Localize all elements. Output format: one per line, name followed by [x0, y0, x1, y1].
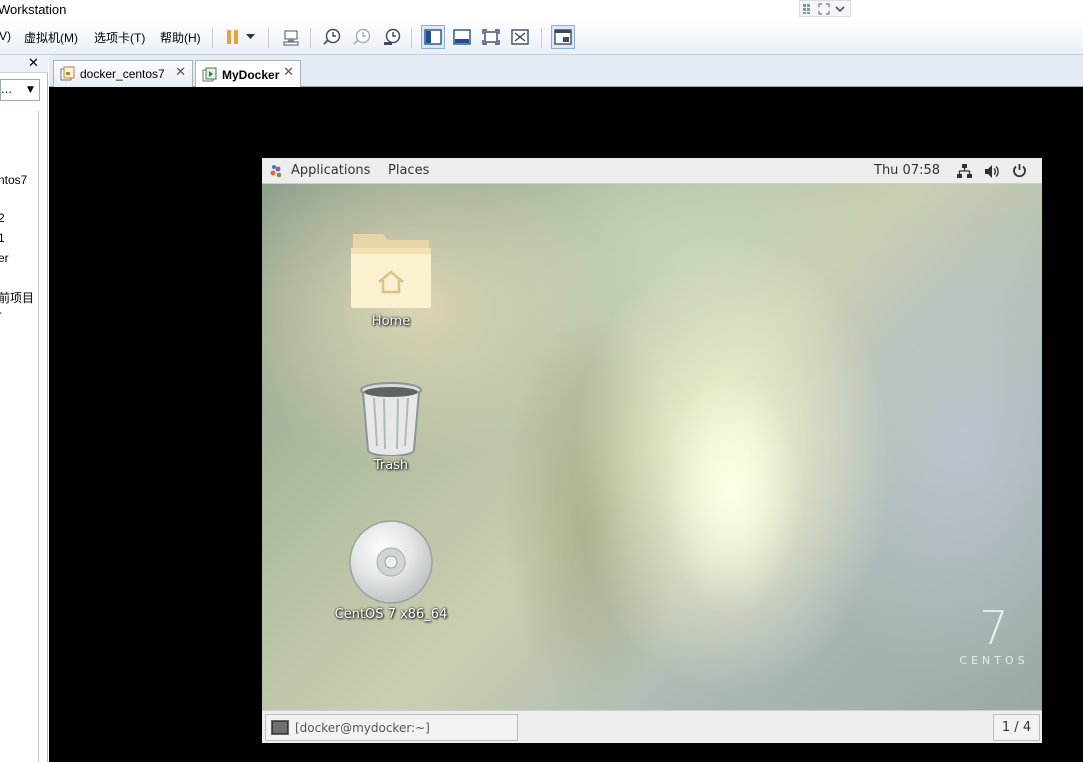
library-search-dropdown[interactable]: … ▼: [0, 79, 40, 101]
take-snapshot-button[interactable]: [320, 25, 344, 49]
places-menu[interactable]: Places: [388, 163, 429, 178]
toolbar-separator: [212, 28, 213, 48]
terminal-icon: [271, 720, 289, 735]
library-search-value: …: [1, 83, 12, 96]
desktop-icon-label: CentOS 7 x86_64: [334, 607, 448, 622]
fullscreen-button[interactable]: [479, 25, 503, 49]
terminal-task-label: [docker@mydocker:~]: [295, 720, 430, 735]
dropdown-arrow-icon: [245, 34, 255, 39]
gnome-top-bar: Applications Places Thu 07:58: [262, 158, 1042, 184]
menu-toolbar: V) 虚拟机(M) 选项卡(T) 帮助(H): [0, 20, 1083, 55]
view-thumbnail-icon: [453, 29, 471, 45]
network-icon[interactable]: [957, 164, 972, 179]
chevron-down-icon[interactable]: [834, 3, 846, 15]
show-library-button[interactable]: [421, 25, 445, 49]
tab-label: MyDocker: [222, 67, 280, 82]
title-bar: Workstation: [0, 0, 1083, 20]
library-item[interactable]: 1: [0, 231, 5, 245]
grid-icon[interactable]: [802, 3, 814, 15]
tab-label: docker_centos7: [80, 67, 165, 81]
send-ctrl-alt-del-button[interactable]: [279, 25, 303, 49]
menu-help[interactable]: 帮助(H): [160, 29, 201, 46]
desktop-icon-trash[interactable]: Trash: [331, 380, 451, 473]
menu-tabs[interactable]: 选项卡(T): [94, 29, 145, 46]
library-item[interactable]: er: [0, 251, 9, 265]
chevron-down-icon: ▼: [27, 85, 34, 95]
volume-icon[interactable]: [984, 164, 1000, 179]
console-view-icon: [554, 29, 572, 45]
tab-close-button[interactable]: ✕: [175, 65, 186, 80]
vm-tab-icon: [60, 66, 75, 81]
snapshot-manager-button[interactable]: [380, 25, 404, 49]
clock[interactable]: Thu 07:58: [874, 163, 940, 178]
snapshot-take-icon: [323, 28, 341, 45]
view-library-icon: [424, 29, 442, 45]
vm-tab-icon: [202, 67, 217, 81]
library-item[interactable]: ntos7: [0, 173, 27, 187]
thumbnail-bar-button[interactable]: [450, 25, 474, 49]
guest-desktop[interactable]: Applications Places Thu 07:58 Home Trash…: [262, 158, 1042, 743]
centos-wordmark: CENTOS: [959, 654, 1029, 667]
library-item[interactable]: -: [0, 305, 2, 319]
centos-version-number: 7: [979, 601, 1009, 655]
tab-docker-centos7[interactable]: docker_centos7 ✕: [53, 60, 193, 87]
workspace-indicator[interactable]: 1 / 4: [993, 714, 1040, 741]
power-dropdown-button[interactable]: [242, 25, 258, 49]
console-view-button[interactable]: [551, 25, 575, 49]
unity-button[interactable]: [508, 25, 532, 49]
tab-close-button[interactable]: ✕: [283, 65, 294, 80]
menu-vm[interactable]: 虚拟机(M): [24, 29, 78, 46]
snapshot-revert-icon: [353, 28, 371, 45]
title-bar-controls[interactable]: [799, 0, 851, 17]
desktop-icon-label: Home: [371, 314, 411, 329]
tab-mydocker[interactable]: MyDocker ✕: [195, 60, 301, 88]
library-header: ✕: [0, 55, 48, 73]
library-panel: ✕ … ▼ ntos7 2 1 er 前项目 -: [0, 55, 48, 762]
gnome-window-list: [docker@mydocker:~] 1 / 4: [262, 710, 1042, 743]
fit-window-icon[interactable]: [818, 2, 830, 15]
desktop-icon-home[interactable]: Home: [331, 228, 451, 329]
toolbar-separator: [268, 28, 269, 48]
snapshot-manager-icon: [384, 28, 401, 45]
gnome-foot-icon: [270, 165, 282, 178]
trash-icon: [360, 382, 422, 456]
power-icon[interactable]: [1012, 163, 1027, 178]
tab-strip: docker_centos7 ✕ MyDocker ✕: [49, 55, 1083, 88]
desktop-wallpaper[interactable]: Home Trash CentOS 7 x86_64 7 CENTOS: [262, 184, 1042, 710]
window-title: Workstation: [0, 2, 67, 17]
pause-icon: [227, 30, 238, 44]
centos-branding: 7 CENTOS: [954, 604, 1034, 667]
home-folder-icon: [351, 234, 431, 308]
revert-snapshot-button[interactable]: [350, 25, 374, 49]
fullscreen-icon: [482, 29, 500, 45]
unity-icon: [511, 29, 529, 45]
library-item[interactable]: 2: [0, 211, 5, 225]
applications-menu[interactable]: Applications: [291, 163, 370, 178]
toolbar-separator: [541, 28, 542, 48]
optical-disc-icon: [349, 520, 433, 604]
toolbar-separator: [411, 28, 412, 48]
send-ctrl-alt-del-icon: [283, 30, 299, 46]
library-tree: ntos7 2 1 er 前项目 -: [0, 111, 39, 762]
library-close-button[interactable]: ✕: [28, 56, 39, 71]
menu-view[interactable]: V): [0, 29, 11, 43]
terminal-task-button[interactable]: [docker@mydocker:~]: [265, 714, 518, 741]
desktop-icon-centos-disc[interactable]: CentOS 7 x86_64: [331, 519, 451, 622]
toolbar-separator: [310, 28, 311, 48]
library-item[interactable]: 前项目: [0, 289, 34, 306]
desktop-icon-label: Trash: [373, 458, 409, 473]
